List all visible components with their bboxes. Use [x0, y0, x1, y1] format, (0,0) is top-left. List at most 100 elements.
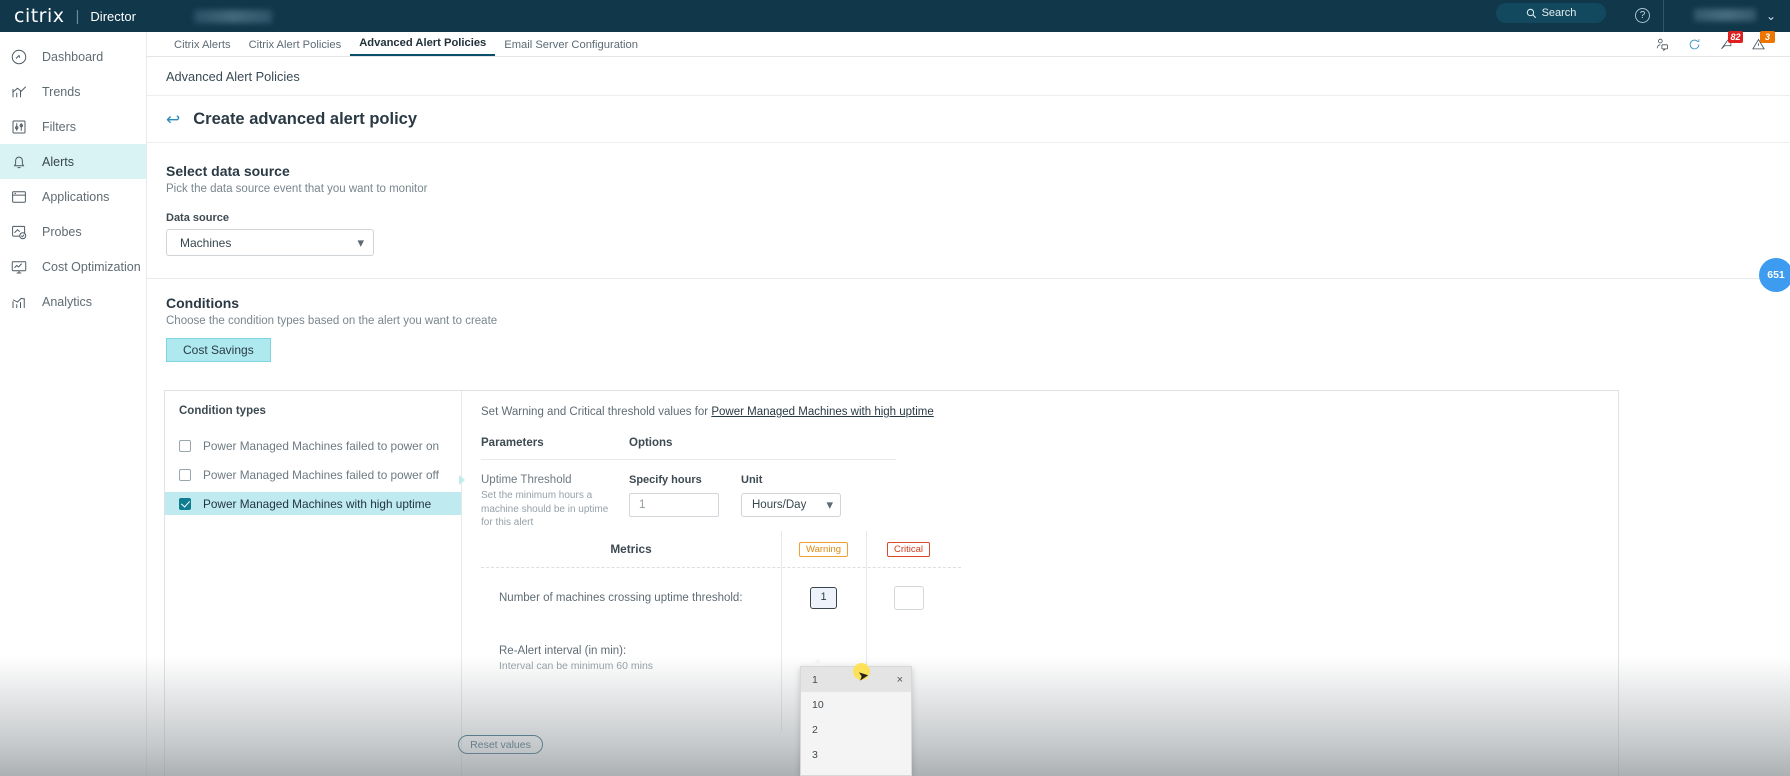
- product-name: Director: [90, 8, 136, 24]
- value-dropdown: 1 × 10 2 3: [800, 666, 912, 776]
- gauge-icon: [9, 47, 29, 67]
- condition-type-power-on[interactable]: Power Managed Machines failed to power o…: [165, 434, 461, 457]
- checkbox-icon[interactable]: [179, 468, 191, 481]
- section-title: Select data source: [166, 163, 290, 179]
- back-arrow-icon[interactable]: ↩: [166, 111, 180, 128]
- sidebar-label: Cost Optimization: [42, 259, 141, 274]
- threshold-panel: Set Warning and Critical threshold value…: [463, 391, 1618, 776]
- user-name-redacted: [1694, 9, 1756, 21]
- probe-check-icon: [9, 222, 29, 242]
- col-options: Options: [629, 437, 673, 449]
- reset-values-button[interactable]: Reset values: [458, 735, 543, 754]
- sidebar-label: Applications: [42, 189, 110, 204]
- topbar-divider: [1663, 0, 1664, 32]
- specify-hours-input[interactable]: 1: [629, 493, 719, 517]
- sidebar-item-probes[interactable]: Probes: [0, 214, 146, 249]
- parameters-table-row: Uptime Threshold Set the minimum hours a…: [481, 460, 896, 530]
- metric-label: Re-Alert interval (in min):: [499, 644, 627, 657]
- search-label: Search: [1541, 7, 1577, 19]
- specify-hours-field: Specify hours 1: [629, 474, 719, 530]
- condition-type-label: Power Managed Machines failed to power o…: [203, 467, 439, 482]
- col-parameters: Parameters: [481, 437, 544, 449]
- user-chat-icon[interactable]: [1655, 37, 1670, 52]
- threshold-header-link[interactable]: Power Managed Machines with high uptime: [711, 406, 933, 418]
- sidebar-item-alerts[interactable]: Alerts: [0, 144, 146, 179]
- critical-value-input[interactable]: [893, 586, 924, 610]
- warning-cell: 1: [781, 587, 866, 609]
- condition-type-high-uptime[interactable]: Power Managed Machines with high uptime: [165, 492, 461, 515]
- dropdown-option-label: 10: [812, 698, 824, 711]
- chevron-down-icon[interactable]: ⌄: [1766, 9, 1776, 23]
- tab-bar: Citrix Alerts Citrix Alert Policies Adva…: [147, 31, 1790, 57]
- dropdown-option[interactable]: 2: [801, 717, 911, 742]
- warning-badge: Warning: [798, 541, 849, 557]
- chevron-down-icon: ▾: [357, 234, 364, 250]
- mouse-cursor-icon: ➤: [856, 667, 870, 684]
- sliders-icon: [9, 117, 29, 137]
- sidebar-label: Filters: [42, 119, 77, 134]
- sidebar-label: Alerts: [42, 154, 74, 169]
- page-header: ↩ Create advanced alert policy: [147, 96, 1790, 143]
- customer-name-redacted: [193, 9, 272, 23]
- help-icon[interactable]: ?: [1635, 8, 1650, 23]
- director-app: citrix | Director Search ? ⌄ Dashboard T…: [0, 0, 1790, 776]
- sidebar-item-applications[interactable]: Applications: [0, 179, 146, 214]
- checkbox-icon[interactable]: [179, 439, 191, 452]
- tab-email-server-configuration[interactable]: Email Server Configuration: [495, 39, 647, 56]
- search-icon: [1526, 8, 1536, 18]
- warning-value-input[interactable]: 1: [810, 587, 837, 609]
- dropdown-option[interactable]: 3: [801, 742, 911, 767]
- sidebar: Dashboard Trends Filters Alerts Applicat: [0, 32, 147, 776]
- tab-citrix-alerts[interactable]: Citrix Alerts: [165, 39, 240, 56]
- sidebar-item-analytics[interactable]: Analytics: [0, 284, 146, 319]
- sidebar-item-dashboard[interactable]: Dashboard: [0, 39, 146, 74]
- parameters-table: Parameters Options Uptime Threshold Set …: [481, 437, 896, 530]
- floating-counter-badge[interactable]: 651: [1759, 258, 1790, 292]
- sidebar-label: Trends: [42, 84, 81, 99]
- sidebar-item-cost-optimization[interactable]: Cost Optimization: [0, 249, 146, 284]
- condition-types-panel: Condition types Power Managed Machines f…: [165, 391, 462, 776]
- dropdown-option-label: 3: [812, 748, 818, 761]
- threshold-header: Set Warning and Critical threshold value…: [463, 391, 1618, 418]
- window-icon: [9, 187, 29, 207]
- section-subtitle: Choose the condition types based on the …: [166, 315, 498, 327]
- monitor-chart-icon: [9, 257, 29, 277]
- brand-separator: |: [75, 7, 80, 25]
- sidebar-item-trends[interactable]: Trends: [0, 74, 146, 109]
- data-source-select[interactable]: Machines ▾: [166, 229, 374, 256]
- dropdown-option[interactable]: 10: [801, 692, 911, 717]
- unit-select[interactable]: Hours/Day ▾: [741, 493, 841, 517]
- threshold-header-text: Set Warning and Critical threshold value…: [481, 406, 712, 418]
- condition-type-label: Power Managed Machines failed to power o…: [203, 438, 440, 453]
- search-button[interactable]: Search: [1496, 3, 1606, 23]
- grid-vline-1: [781, 531, 782, 731]
- metrics-grid-header: Metrics Warning Critical: [481, 531, 961, 567]
- cost-savings-chip[interactable]: Cost Savings: [166, 338, 271, 362]
- tab-citrix-alert-policies[interactable]: Citrix Alert Policies: [240, 39, 351, 56]
- close-icon[interactable]: ×: [897, 674, 903, 686]
- checkbox-checked-icon[interactable]: [179, 497, 191, 510]
- warning-triangle-icon[interactable]: 3: [1751, 31, 1775, 52]
- page-title: Create advanced alert policy: [193, 109, 418, 128]
- specify-hours-label: Specify hours: [629, 474, 702, 486]
- data-source-value: Machines: [180, 235, 232, 250]
- breadcrumb-bar: Advanced Alert Policies: [147, 57, 1790, 96]
- tab-advanced-alert-policies[interactable]: Advanced Alert Policies: [350, 37, 496, 56]
- dropdown-option-label: 2: [812, 723, 818, 736]
- data-source-label: Data source: [166, 212, 229, 224]
- sidebar-label: Probes: [42, 224, 82, 239]
- condition-type-power-off[interactable]: Power Managed Machines failed to power o…: [165, 463, 461, 486]
- critical-cell: [866, 586, 951, 610]
- alert-flag-icon[interactable]: 82: [1719, 31, 1743, 52]
- chevron-down-icon: ▾: [826, 497, 833, 512]
- sidebar-label: Dashboard: [42, 49, 104, 64]
- conditions-section: Conditions Choose the condition types ba…: [147, 279, 1790, 362]
- refresh-icon[interactable]: [1687, 37, 1702, 52]
- analytics-bars-icon: [9, 292, 29, 312]
- metric-label-group: Re-Alert interval (in min): Interval can…: [481, 645, 781, 672]
- sidebar-item-filters[interactable]: Filters: [0, 109, 146, 144]
- breadcrumb: Advanced Alert Policies: [166, 68, 300, 84]
- parameter-name: Uptime Threshold: [481, 474, 572, 486]
- parameter-cell: Uptime Threshold Set the minimum hours a…: [481, 474, 629, 530]
- col-warning: Warning: [781, 541, 866, 557]
